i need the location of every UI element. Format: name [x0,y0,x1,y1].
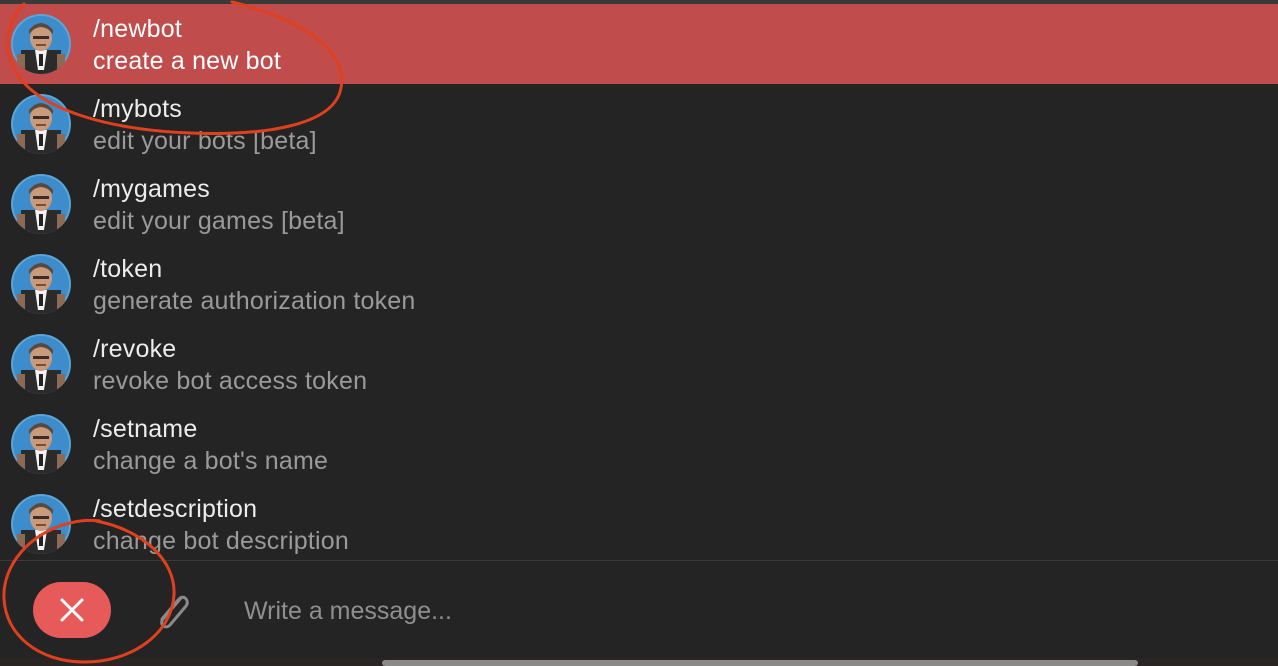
botfather-avatar [11,494,71,554]
paperclip-icon [160,595,189,629]
command-name: /revoke [93,335,177,363]
command-item-token[interactable]: /token generate authorization token [0,244,1278,324]
close-commands-button[interactable] [33,582,111,638]
botfather-avatar [11,414,71,474]
command-name: /mybots [93,95,182,123]
command-item-revoke[interactable]: /revoke revoke bot access token [0,324,1278,404]
botfather-avatar [11,174,71,234]
command-item-mygames[interactable]: /mygames edit your games [beta] [0,164,1278,244]
botfather-avatar [11,334,71,394]
bot-command-screen: /newbot create a new bot /mybots edit yo… [0,0,1278,666]
botfather-avatar [11,14,71,74]
command-description: edit your bots [beta] [93,127,317,155]
horizontal-scrollbar[interactable] [382,660,1138,666]
command-description: change a bot's name [93,447,329,475]
botfather-avatar [11,254,71,314]
command-description: edit your games [beta] [93,207,345,235]
command-name: /setname [93,415,198,443]
message-composer [0,560,1278,658]
command-name: /setdescription [93,495,258,523]
command-description: revoke bot access token [93,367,368,395]
command-description: create a new bot [93,47,282,75]
command-name: /mygames [93,175,210,203]
botfather-avatar [11,94,71,154]
command-suggestion-list[interactable]: /newbot create a new bot /mybots edit yo… [0,4,1278,560]
command-item-setname[interactable]: /setname change a bot's name [0,404,1278,484]
command-description: generate authorization token [93,287,416,315]
message-input[interactable] [244,591,1224,631]
command-item-mybots[interactable]: /mybots edit your bots [beta] [0,84,1278,164]
command-name: /newbot [93,15,182,43]
command-name: /token [93,255,163,283]
attach-button[interactable] [148,586,196,636]
command-item-setdescription[interactable]: /setdescription change bot description [0,484,1278,560]
command-description: change bot description [93,527,349,555]
command-item-newbot[interactable]: /newbot create a new bot [0,4,1278,84]
close-icon [60,598,84,622]
